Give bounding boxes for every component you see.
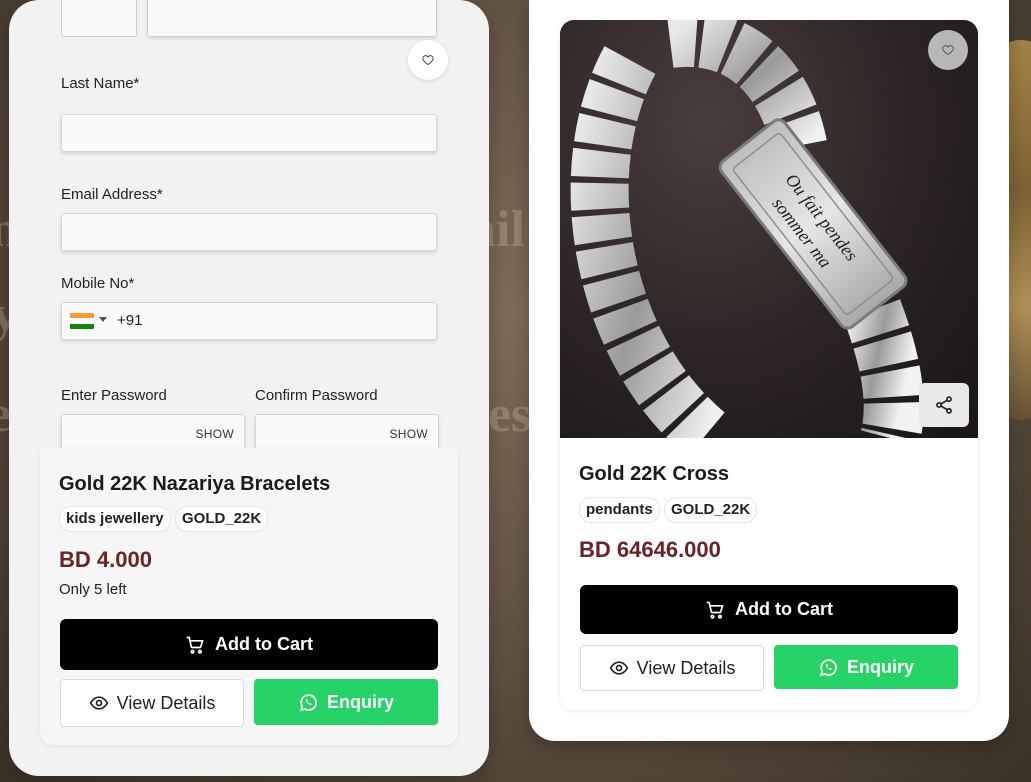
add-to-cart-label: Add to Cart	[215, 634, 313, 654]
last-name-label: Last Name*	[61, 75, 140, 92]
eye-icon	[609, 661, 628, 675]
view-details-label: View Details	[636, 657, 736, 678]
whatsapp-icon	[299, 693, 317, 711]
product-price: BD 64646.000	[579, 537, 721, 562]
right-product-card: Ou fait pendes sommer ma Gold 22K Cross …	[529, 0, 1009, 741]
email-label: Email Address*	[61, 186, 163, 203]
add-to-cart-button[interactable]: Add to Cart	[580, 585, 958, 634]
view-details-button[interactable]: View Details	[60, 679, 244, 727]
eye-icon	[89, 696, 108, 710]
whatsapp-icon	[819, 658, 837, 676]
enquiry-button[interactable]: Enquiry	[774, 645, 958, 689]
phone-country-code: +91	[117, 312, 143, 329]
add-to-cart-label: Add to Cart	[735, 599, 833, 619]
tag-category: pendants	[579, 497, 660, 523]
share-icon	[936, 396, 952, 414]
share-button[interactable]	[919, 383, 969, 427]
enquiry-label: Enquiry	[846, 656, 914, 677]
signup-form: Last Name* Email Address* Mobile No* +91…	[9, 0, 489, 456]
view-details-label: View Details	[116, 692, 216, 713]
view-details-button[interactable]: View Details	[580, 645, 764, 691]
add-to-cart-button[interactable]: Add to Cart	[60, 619, 438, 670]
left-product-card: Last Name* Email Address* Mobile No* +91…	[9, 0, 489, 776]
password-label: Enter Password	[61, 387, 167, 404]
enquiry-button[interactable]: Enquiry	[254, 679, 438, 725]
wishlist-button[interactable]	[928, 30, 968, 70]
title-select[interactable]	[61, 0, 137, 37]
product-title[interactable]: Gold 22K Nazariya Bracelets	[59, 473, 330, 496]
background-text: es	[488, 386, 532, 443]
show-confirm-password-button[interactable]: SHOW	[389, 427, 428, 441]
tag-material: GOLD_22K	[175, 506, 269, 532]
confirm-password-label: Confirm Password	[255, 387, 378, 404]
bracelet-illustration: Ou fait pendes sommer ma	[570, 20, 924, 438]
product-info: Gold 22K Nazariya Bracelets kids jewelle…	[40, 448, 458, 745]
tag-category: kids jewellery	[59, 506, 171, 532]
last-name-field[interactable]	[61, 114, 437, 152]
email-field[interactable]	[61, 213, 437, 251]
cart-icon	[186, 636, 204, 654]
india-flag-icon[interactable]	[70, 313, 94, 329]
product-price: BD 4.000	[59, 547, 152, 572]
heart-icon	[942, 45, 954, 56]
product-image[interactable]: Ou fait pendes sommer ma	[560, 20, 978, 438]
chevron-down-icon[interactable]	[99, 317, 107, 322]
heart-icon	[422, 55, 434, 66]
stock-status: Only 5 left	[59, 581, 127, 598]
wishlist-button[interactable]	[408, 40, 448, 80]
first-name-field[interactable]	[147, 0, 437, 37]
product-card: Ou fait pendes sommer ma Gold 22K Cross …	[560, 20, 978, 710]
enquiry-label: Enquiry	[326, 691, 394, 712]
tag-material: GOLD_22K	[664, 497, 758, 523]
cart-icon	[706, 601, 724, 619]
show-password-button[interactable]: SHOW	[195, 427, 234, 441]
mobile-label: Mobile No*	[61, 275, 135, 292]
product-title[interactable]: Gold 22K Cross	[579, 463, 729, 486]
